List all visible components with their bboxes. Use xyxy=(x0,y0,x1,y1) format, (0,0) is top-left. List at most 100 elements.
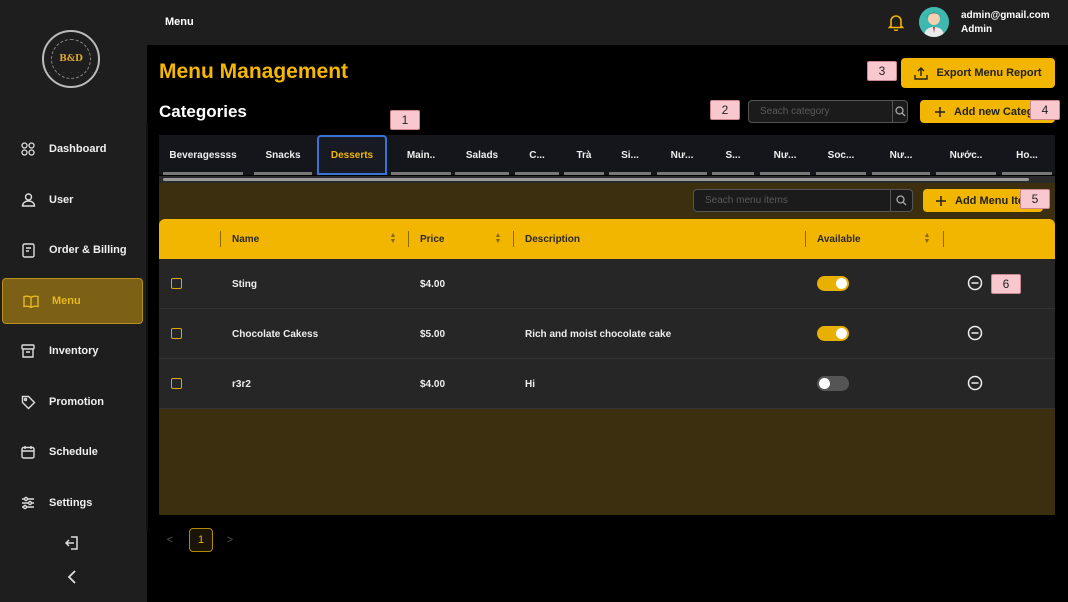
available-toggle[interactable] xyxy=(817,276,849,291)
inventory-icon xyxy=(20,343,36,359)
logout-icon[interactable] xyxy=(63,534,81,552)
cell-name: Chocolate Cakess xyxy=(232,328,319,340)
brand-logo-tagline-decoration: · · · · · · · · · xyxy=(41,70,103,76)
tab-category[interactable]: Si... xyxy=(609,135,651,175)
annotation-marker: 5 xyxy=(1020,189,1050,209)
topbar: Menu admin@gmail.com Admin xyxy=(147,0,1068,45)
table-row: Sting $4.00 xyxy=(159,259,1055,309)
annotation-marker: 6 xyxy=(991,274,1021,294)
search-icon xyxy=(896,195,907,206)
tab-category[interactable]: Salads xyxy=(455,135,509,175)
sidebar-item-promotion[interactable]: Promotion xyxy=(0,379,147,425)
tab-category[interactable]: C... xyxy=(515,135,559,175)
user-email: admin@gmail.com xyxy=(961,10,1050,21)
sidebar-item-order-billing[interactable]: Order & Billing xyxy=(0,227,147,273)
table-row: r3r2 $4.00 Hi xyxy=(159,359,1055,409)
column-header-price[interactable]: Price xyxy=(420,219,444,259)
column-header-name[interactable]: Name xyxy=(232,219,259,259)
row-select-checkbox[interactable] xyxy=(171,328,182,339)
menu-item-search-button[interactable] xyxy=(890,190,912,211)
annotation-marker: 3 xyxy=(867,61,897,81)
page-title: Menu Management xyxy=(159,60,349,83)
menu-item-search-input[interactable] xyxy=(694,190,890,211)
remove-circle-icon[interactable] xyxy=(967,325,983,341)
tabs-scrollbar[interactable] xyxy=(159,176,1055,183)
category-tabs: Beveragessss Snacks Desserts Main.. Sala… xyxy=(159,135,1055,175)
sidebar-item-label: Settings xyxy=(49,497,93,509)
category-search-input[interactable] xyxy=(749,101,892,122)
cell-description: Hi xyxy=(525,378,535,390)
toggle-knob xyxy=(836,328,847,339)
calendar-icon xyxy=(20,444,36,460)
annotation-marker: 1 xyxy=(390,110,420,130)
brand-logo[interactable]: B&D xyxy=(42,30,100,88)
sidebar-item-label: Inventory xyxy=(49,345,99,357)
sidebar-item-dashboard[interactable]: Dashboard xyxy=(0,126,147,172)
add-menu-item-label: Add Menu Ite xyxy=(955,194,1025,207)
sort-icon[interactable]: ▲ ▼ xyxy=(494,232,502,245)
tab-category-active[interactable]: Desserts xyxy=(317,135,387,175)
add-new-category-label: Add new Categ xyxy=(954,105,1034,118)
column-separator xyxy=(805,231,806,247)
tab-category[interactable]: S... xyxy=(712,135,754,175)
sidebar-item-settings[interactable]: Settings xyxy=(0,480,147,526)
pagination-next[interactable]: > xyxy=(222,528,238,552)
collapse-sidebar-chevron-icon[interactable] xyxy=(63,568,81,586)
available-toggle[interactable] xyxy=(817,376,849,391)
cell-name: Sting xyxy=(232,278,257,290)
sidebar-item-schedule[interactable]: Schedule xyxy=(0,429,147,475)
tab-category[interactable]: Nư... xyxy=(760,135,810,175)
category-search-button[interactable] xyxy=(892,101,907,122)
remove-circle-icon[interactable] xyxy=(967,275,983,291)
tab-category[interactable]: Trà xyxy=(564,135,604,175)
tab-category[interactable]: Nước.. xyxy=(936,135,996,175)
cell-price: $4.00 xyxy=(420,378,446,390)
pagination-prev[interactable]: < xyxy=(162,528,178,552)
sidebar-item-inventory[interactable]: Inventory xyxy=(0,328,147,374)
tab-category[interactable]: Ho... xyxy=(1002,135,1052,175)
column-separator xyxy=(943,231,944,247)
toggle-knob xyxy=(819,378,830,389)
export-menu-report-button[interactable]: Export Menu Report xyxy=(901,58,1055,88)
row-select-checkbox[interactable] xyxy=(171,378,182,389)
order-billing-icon xyxy=(20,242,36,258)
sidebar-item-label: Menu xyxy=(52,295,81,307)
topbar-title: Menu xyxy=(165,16,194,28)
sidebar: B&D · · · · · · · · · Dashboard User Ord… xyxy=(0,0,147,602)
plus-icon xyxy=(936,195,946,206)
available-toggle[interactable] xyxy=(817,326,849,341)
annotation-marker: 2 xyxy=(710,100,740,120)
app-root: B&D · · · · · · · · · Dashboard User Ord… xyxy=(0,0,1068,602)
sidebar-item-label: Schedule xyxy=(49,446,98,458)
sidebar-item-label: Dashboard xyxy=(49,143,107,155)
sidebar-divider xyxy=(146,122,148,530)
sort-icon[interactable]: ▲ ▼ xyxy=(389,232,397,245)
tab-category[interactable]: Snacks xyxy=(254,135,312,175)
sidebar-item-menu[interactable]: Menu xyxy=(2,278,143,324)
export-menu-report-label: Export Menu Report xyxy=(936,67,1042,79)
pagination-page-current[interactable]: 1 xyxy=(189,528,213,552)
tab-category[interactable]: Nư... xyxy=(657,135,707,175)
plus-icon xyxy=(935,106,945,117)
sidebar-item-user[interactable]: User xyxy=(0,177,147,223)
tab-category[interactable]: Beveragessss xyxy=(163,135,243,175)
sidebar-item-label: Order & Billing xyxy=(49,244,127,256)
notification-bell-icon[interactable] xyxy=(887,13,905,32)
table-header: Name ▲ ▼ Price ▲ ▼ Description Available ▲… xyxy=(159,219,1055,259)
categories-heading: Categories xyxy=(159,102,247,121)
user-role: Admin xyxy=(961,24,993,35)
search-icon xyxy=(894,106,905,117)
cell-description: Rich and moist chocolate cake xyxy=(525,328,672,340)
remove-circle-icon[interactable] xyxy=(967,375,983,391)
column-header-available[interactable]: Available xyxy=(817,219,861,259)
tab-category[interactable]: Soc... xyxy=(816,135,866,175)
tabs-scrollbar-thumb[interactable] xyxy=(163,178,1029,181)
tab-category[interactable]: Main.. xyxy=(391,135,451,175)
row-select-checkbox[interactable] xyxy=(171,278,182,289)
sort-icon[interactable]: ▲ ▼ xyxy=(923,232,931,245)
tab-category[interactable]: Nư... xyxy=(872,135,930,175)
column-separator xyxy=(408,231,409,247)
column-header-description[interactable]: Description xyxy=(525,219,580,259)
user-avatar[interactable] xyxy=(919,7,949,37)
dashboard-icon xyxy=(20,141,36,157)
